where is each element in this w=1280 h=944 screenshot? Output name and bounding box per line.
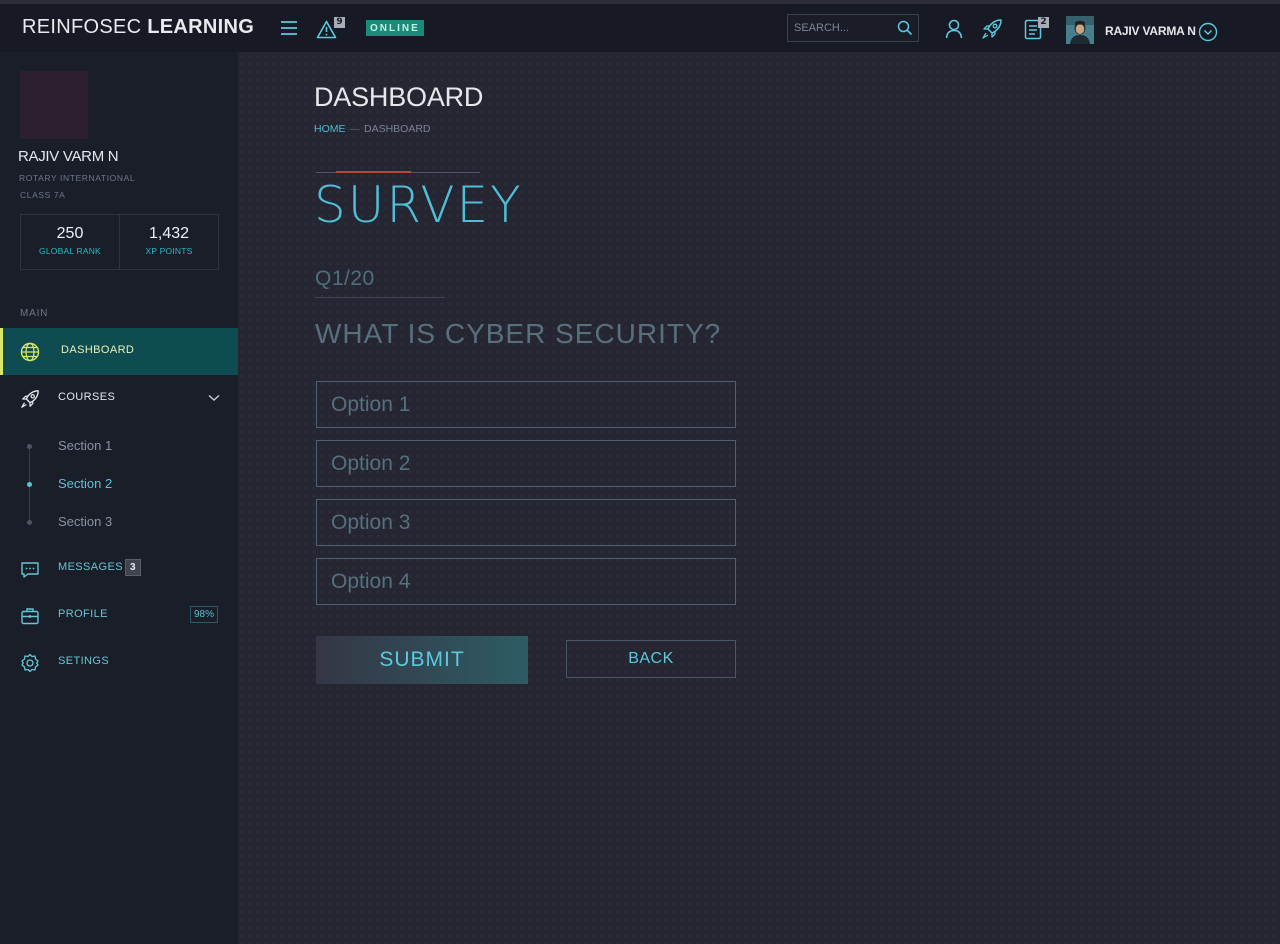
nav-section-label: MAIN — [20, 308, 49, 319]
top-bar: REINFOSEC LEARNING 9 ONLINE 2 RAJIV — [0, 0, 1280, 52]
page-title: DASHBOARD — [314, 82, 484, 112]
sidebar-subitem-section-3[interactable]: Section 3 — [58, 514, 112, 529]
profile-name: RAJIV VARM N — [18, 148, 119, 165]
profile-stats: 250 GLOBAL RANK 1,432 XP POINTS — [20, 214, 219, 270]
sidebar-item-dashboard[interactable]: DASHBOARD — [0, 328, 238, 375]
question-counter: Q1/20 — [315, 267, 375, 290]
section-bullet — [27, 520, 32, 525]
tasks-count-badge: 2 — [1038, 17, 1049, 28]
profile-class: CLASS 7A — [20, 190, 66, 200]
profile-completion-badge: 98% — [190, 606, 219, 623]
main-content: DASHBOARD HOME — DASHBOARD SURVEY Q1/20 WH… — [238, 52, 1280, 944]
messages-count-badge: 3 — [125, 559, 141, 576]
survey-title: SURVEY — [314, 176, 523, 234]
stat-value: 250 — [56, 225, 84, 242]
breadcrumb-home-link[interactable]: HOME — [314, 123, 346, 135]
menu-icon[interactable] — [278, 18, 300, 38]
answer-option-3[interactable]: Option 3 — [316, 499, 736, 546]
counter-divider — [315, 297, 445, 298]
answer-option-2[interactable]: Option 2 — [316, 440, 736, 487]
sidebar-item-label: MESSAGES — [58, 561, 123, 573]
search-box — [787, 14, 919, 42]
search-input[interactable] — [794, 20, 894, 36]
title-accent — [336, 171, 411, 173]
user-icon[interactable] — [943, 18, 965, 40]
brand-name-light: REINFOSEC — [22, 16, 142, 38]
submit-button[interactable]: SUBMIT — [316, 636, 528, 684]
message-icon — [20, 559, 40, 579]
briefcase-icon — [20, 606, 40, 626]
sidebar-item-label: COURSES — [58, 391, 116, 403]
globe-icon — [20, 342, 40, 362]
breadcrumb-current: DASHBOARD — [364, 123, 431, 135]
back-button[interactable]: BACK — [566, 640, 736, 678]
avatar[interactable] — [1066, 16, 1094, 44]
stat-label: XP POINTS — [145, 246, 193, 256]
profile-picture — [20, 71, 88, 139]
sidebar: RAJIV VARM N ROTARY INTERNATIONAL CLASS … — [0, 52, 238, 944]
sidebar-subitem-section-1[interactable]: Section 1 — [58, 438, 112, 453]
chevron-down-icon[interactable] — [1198, 22, 1218, 42]
rocket-icon — [20, 389, 40, 409]
answer-option-1[interactable]: Option 1 — [316, 381, 736, 428]
sidebar-item-messages[interactable]: MESSAGES — [0, 545, 238, 592]
section-bullet — [27, 444, 32, 449]
question-text: WHAT IS CYBER SECURITY? — [315, 318, 722, 349]
answer-option-4[interactable]: Option 4 — [316, 558, 736, 605]
breadcrumb-separator: — — [349, 123, 361, 135]
chevron-down-icon[interactable] — [208, 393, 220, 405]
online-status-badge: ONLINE — [366, 20, 424, 36]
gear-icon — [20, 653, 40, 673]
brand-name-bold: LEARNING — [147, 16, 255, 38]
sidebar-item-courses[interactable]: COURSES — [0, 375, 238, 422]
profile-organization: ROTARY INTERNATIONAL — [19, 173, 136, 183]
rocket-icon[interactable] — [981, 18, 1003, 40]
sidebar-item-settings[interactable]: SETINGS — [0, 639, 238, 686]
search-icon[interactable] — [897, 20, 913, 40]
alerts-count-badge: 9 — [334, 17, 345, 28]
user-name[interactable]: RAJIV VARMA N — [1105, 24, 1196, 38]
brand-logo[interactable]: REINFOSEC LEARNING — [22, 16, 254, 39]
stat-xp-points: 1,432 XP POINTS — [119, 215, 218, 269]
section-bullet — [27, 482, 32, 487]
sidebar-subitem-section-2[interactable]: Section 2 — [58, 476, 112, 491]
sidebar-item-label: PROFILE — [58, 608, 108, 620]
stat-label: GLOBAL RANK — [39, 246, 101, 256]
sidebar-item-label: DASHBOARD — [61, 344, 135, 356]
sidebar-item-label: SETINGS — [58, 655, 110, 667]
stat-global-rank: 250 GLOBAL RANK — [21, 215, 119, 269]
breadcrumb: HOME — DASHBOARD — [314, 123, 431, 135]
stat-value: 1,432 — [148, 225, 190, 242]
